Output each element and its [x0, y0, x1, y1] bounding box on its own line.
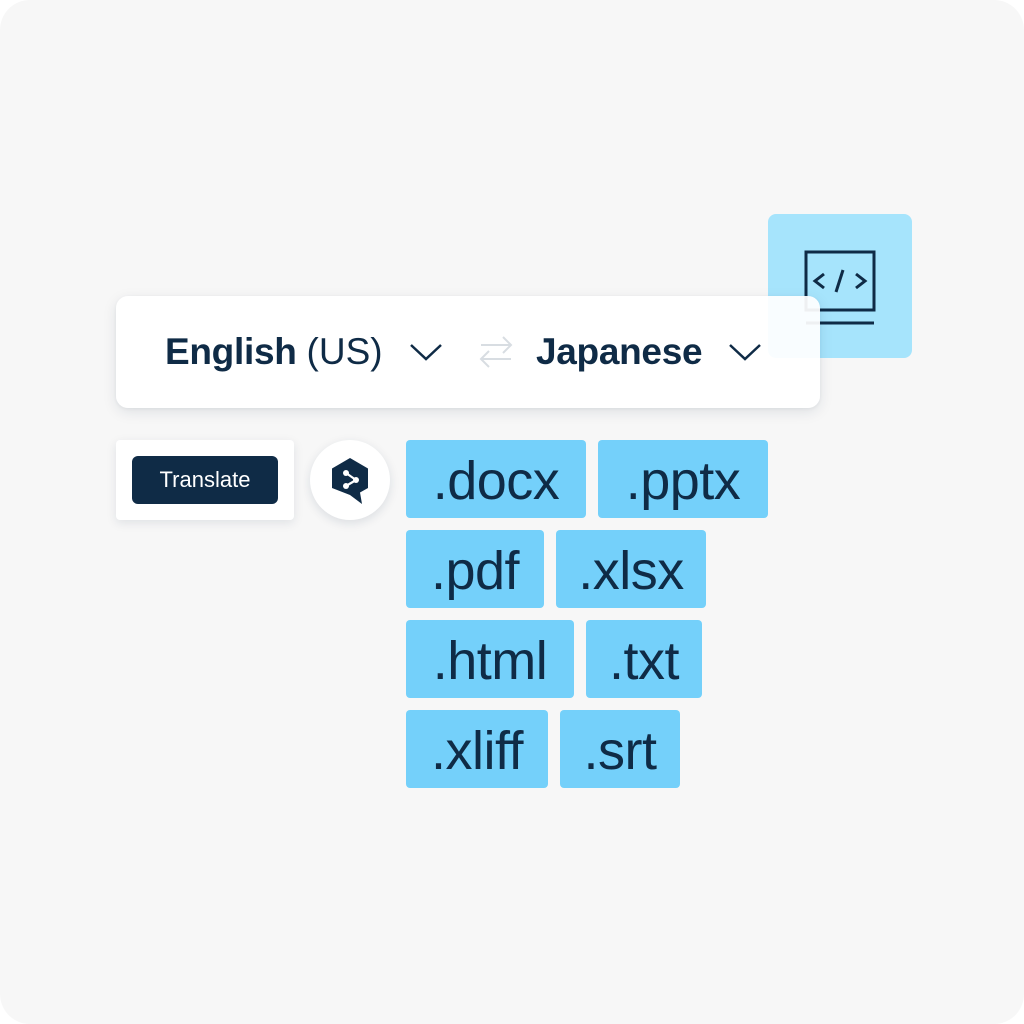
file-format-chip-pdf: .pdf [406, 530, 544, 608]
swap-arrows-icon[interactable] [478, 332, 514, 372]
file-format-chip-xliff: .xliff [406, 710, 548, 788]
language-selector-bar: English (US) Japanese [116, 296, 820, 408]
logo-badge [310, 440, 390, 520]
target-language-dropdown[interactable]: Japanese [536, 330, 762, 374]
chevron-down-icon [409, 344, 442, 361]
deepl-logo-icon [332, 458, 368, 504]
file-format-chip-txt: .txt [586, 620, 702, 698]
source-language-dropdown[interactable]: English (US) [165, 330, 443, 374]
file-format-chip-pptx: .pptx [598, 440, 768, 518]
chevron-down-icon [729, 344, 762, 361]
file-format-chip-srt: .srt [560, 710, 680, 788]
source-language-variant: (US) [306, 331, 383, 372]
translate-button[interactable]: Translate [132, 456, 278, 504]
file-format-chip-html: .html [406, 620, 574, 698]
translate-button-card: Translate [116, 440, 294, 520]
file-format-chip-xlsx: .xlsx [556, 530, 706, 608]
source-language-name: English [165, 331, 297, 372]
target-language-name: Japanese [536, 331, 703, 372]
illustration-canvas: English (US) Japanese Translate .docx .p… [0, 0, 1024, 1024]
file-format-chip-docx: .docx [406, 440, 586, 518]
